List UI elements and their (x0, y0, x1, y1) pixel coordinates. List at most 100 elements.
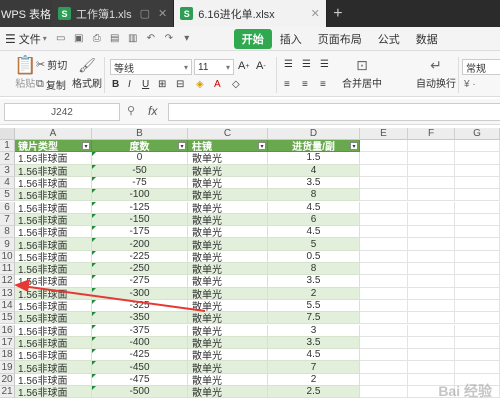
empty-cell[interactable] (408, 287, 455, 300)
table-cell[interactable]: 散单光 (188, 361, 268, 374)
row-header[interactable]: 8 (0, 226, 15, 239)
table-cell[interactable]: 散单光 (188, 275, 268, 288)
table-cell[interactable]: -125 (92, 201, 188, 214)
empty-cell[interactable] (408, 250, 455, 263)
empty-cell[interactable] (360, 299, 408, 313)
empty-cell[interactable] (408, 299, 455, 313)
print-icon[interactable]: ⎙ (90, 32, 104, 46)
row-header[interactable]: 13 (0, 287, 15, 300)
empty-cell[interactable] (408, 275, 455, 288)
table-cell[interactable]: -400 (92, 336, 188, 350)
empty-cell[interactable] (455, 201, 500, 214)
column-header-d[interactable]: D (268, 128, 360, 140)
font-color-icon[interactable]: A (214, 79, 221, 90)
row-header[interactable]: 4 (0, 176, 15, 190)
empty-cell[interactable] (455, 164, 500, 177)
table-cell[interactable]: 1.56非球面 (15, 373, 92, 386)
empty-cell[interactable] (360, 275, 408, 288)
table-cell[interactable]: 散单光 (188, 226, 268, 239)
print-preview-icon[interactable]: ▤ (108, 32, 122, 46)
empty-cell[interactable] (408, 140, 455, 153)
empty-cell[interactable] (455, 349, 500, 362)
filter-dropdown-icon[interactable]: ▾ (178, 142, 186, 150)
row-header[interactable]: 9 (0, 238, 15, 251)
empty-cell[interactable] (455, 213, 500, 227)
spreadsheet-grid[interactable]: A B C D E F G 1 2 3 4 5 6 7 8 9 10 11 12 13 14 15 16 17 18 19 20 21… (0, 128, 500, 405)
table-cell[interactable]: 2 (268, 287, 360, 300)
table-cell[interactable]: 0.5 (268, 250, 360, 263)
empty-cell[interactable] (360, 336, 408, 350)
table-cell[interactable]: 1.56非球面 (15, 213, 92, 227)
file-menu[interactable]: ☰ 文件 ▾ (0, 31, 52, 47)
empty-cell[interactable] (455, 287, 500, 300)
row-header[interactable]: 17 (0, 336, 15, 350)
merge-cells-icon[interactable]: ⊟ (176, 79, 184, 90)
column-header-e[interactable]: E (360, 128, 408, 140)
row-header[interactable]: 14 (0, 299, 15, 313)
empty-cell[interactable] (360, 176, 408, 190)
italic-button[interactable]: I (128, 79, 131, 90)
table-cell[interactable]: 1.56非球面 (15, 299, 92, 313)
table-cell[interactable]: -300 (92, 287, 188, 300)
row-header[interactable]: 11 (0, 263, 15, 276)
table-cell[interactable]: 1.56非球面 (15, 287, 92, 300)
align-top-icon[interactable]: ☰ (284, 59, 293, 70)
empty-cell[interactable] (455, 238, 500, 251)
align-middle-icon[interactable]: ☰ (302, 59, 311, 70)
table-cell[interactable]: -50 (92, 164, 188, 177)
empty-cell[interactable] (360, 361, 408, 374)
empty-cell[interactable] (408, 349, 455, 362)
paste-button[interactable]: 📋 粘贴 (14, 55, 36, 90)
table-cell[interactable]: 散单光 (188, 299, 268, 313)
row-header[interactable]: 2 (0, 152, 15, 165)
table-header-cell[interactable]: 进货量/副 ▾ (268, 140, 360, 153)
table-cell[interactable]: 3.5 (268, 275, 360, 288)
table-cell[interactable]: 散单光 (188, 263, 268, 276)
empty-cell[interactable] (408, 189, 455, 202)
table-cell[interactable]: -500 (92, 386, 188, 399)
table-cell[interactable]: 8 (268, 189, 360, 202)
table-cell[interactable]: 0 (92, 152, 188, 165)
table-cell[interactable]: 1.56非球面 (15, 324, 92, 337)
shrink-font-button[interactable]: A- (256, 60, 266, 72)
filter-dropdown-icon[interactable]: ▾ (350, 142, 358, 150)
empty-cell[interactable] (455, 299, 500, 313)
empty-cell[interactable] (360, 349, 408, 362)
empty-cell[interactable] (455, 140, 500, 153)
column-header-c[interactable]: C (188, 128, 268, 140)
table-cell[interactable]: -75 (92, 176, 188, 190)
table-cell[interactable]: 散单光 (188, 164, 268, 177)
table-cell[interactable]: 散单光 (188, 189, 268, 202)
table-cell[interactable]: 1.56非球面 (15, 176, 92, 190)
table-cell[interactable]: 1.5 (268, 152, 360, 165)
row-header[interactable]: 19 (0, 361, 15, 374)
filter-dropdown-icon[interactable]: ▾ (82, 142, 90, 150)
redo-icon[interactable]: ↷ (162, 32, 176, 46)
row-header[interactable]: 15 (0, 312, 15, 325)
empty-cell[interactable] (408, 226, 455, 239)
table-cell[interactable]: 7 (268, 361, 360, 374)
empty-cell[interactable] (455, 250, 500, 263)
table-header-cell[interactable]: 柱镜 ▾ (188, 140, 268, 153)
table-cell[interactable]: 散单光 (188, 336, 268, 350)
row-header[interactable]: 10 (0, 250, 15, 263)
empty-cell[interactable] (408, 176, 455, 190)
row-header[interactable]: 18 (0, 349, 15, 362)
table-cell[interactable]: -450 (92, 361, 188, 374)
column-header-f[interactable]: F (408, 128, 455, 140)
row-header[interactable]: 5 (0, 189, 15, 202)
empty-cell[interactable] (408, 201, 455, 214)
close-icon[interactable]: ✕ (311, 7, 320, 20)
row-header[interactable]: 6 (0, 201, 15, 214)
align-left-icon[interactable]: ≡ (284, 79, 290, 90)
table-cell[interactable]: 散单光 (188, 238, 268, 251)
table-cell[interactable]: 散单光 (188, 373, 268, 386)
tab-data[interactable]: 数据 (408, 31, 446, 47)
table-cell[interactable]: 5.5 (268, 299, 360, 313)
table-cell[interactable]: 散单光 (188, 349, 268, 362)
empty-cell[interactable] (455, 152, 500, 165)
tab-workbook1[interactable]: S 工作簿1.xls ▢ ✕ (52, 0, 175, 27)
empty-cell[interactable] (408, 238, 455, 251)
row-header[interactable]: 12 (0, 275, 15, 288)
tab-home[interactable]: 开始 (233, 28, 272, 49)
